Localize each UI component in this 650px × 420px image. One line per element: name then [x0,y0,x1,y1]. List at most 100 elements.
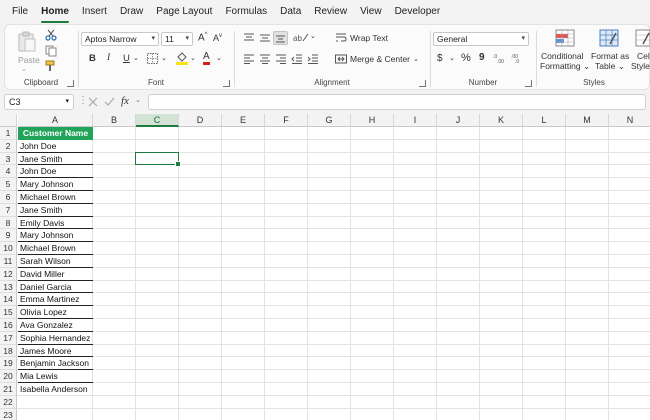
row-header-4[interactable]: 4 [0,165,17,179]
align-middle-icon[interactable] [259,33,271,45]
row-header-20[interactable]: 20 [0,370,17,383]
row-header-13[interactable]: 13 [0,280,17,294]
column-header-N[interactable]: N [609,114,650,127]
tab-developer[interactable]: Developer [395,0,441,24]
orientation-chevron-icon[interactable]: ⌄ [310,32,316,40]
selected-cell-C3[interactable] [135,151,181,168]
paste-icon[interactable] [17,31,37,55]
conditional-formatting-line2[interactable]: Formatting ⌄ [540,61,590,72]
column-header-A[interactable]: A [18,114,93,127]
column-header-I[interactable]: I [394,114,437,127]
cell-A2[interactable]: John Doe [18,140,93,153]
row-header-14[interactable]: 14 [0,293,17,307]
increase-decimal-icon[interactable]: .0.00 [493,52,507,66]
cell-A15[interactable]: Olivia Lopez [18,306,93,319]
tab-formulas[interactable]: Formulas [225,0,267,24]
column-header-G[interactable]: G [308,114,351,127]
clipboard-launcher-icon[interactable] [67,80,74,87]
tab-draw[interactable]: Draw [120,0,143,24]
decrease-decimal-icon[interactable]: .00.0 [511,52,525,66]
column-header-H[interactable]: H [351,114,394,127]
cell-A8[interactable]: Emily Davis [18,217,93,230]
row-header-23[interactable]: 23 [0,408,17,420]
format-as-table-line1[interactable]: Format as [591,51,629,61]
merge-center-button[interactable]: Merge & Center [350,54,410,64]
fill-chevron-icon[interactable]: ⌄ [190,54,196,62]
align-right-icon[interactable] [275,54,287,66]
alignment-launcher-icon[interactable] [419,80,426,87]
cell-A20[interactable]: Mia Lewis [18,370,93,383]
tab-file[interactable]: File [12,0,28,24]
cell-A7[interactable]: Jane Smith [18,204,93,217]
row-header-17[interactable]: 17 [0,331,17,345]
row-header-2[interactable]: 2 [0,139,17,153]
cell-styles-line2[interactable]: Styles ⌄ [631,61,650,72]
row-header-3[interactable]: 3 [0,152,17,166]
row-header-16[interactable]: 16 [0,319,17,332]
font-launcher-icon[interactable] [223,80,230,87]
row-header-21[interactable]: 21 [0,383,17,396]
column-header-M[interactable]: M [566,114,609,127]
underline-button[interactable]: U [123,53,130,64]
name-box[interactable]: C3 ▾ [4,94,74,110]
tab-page-layout[interactable]: Page Layout [156,0,212,24]
cell-A9[interactable]: Mary Johnson [18,229,93,243]
align-left-icon[interactable] [243,54,255,66]
cell-A6[interactable]: Michael Brown [18,191,93,204]
cell-A3[interactable]: Jane Smith [18,153,93,166]
increase-indent-icon[interactable] [307,54,319,66]
format-as-table-icon[interactable] [599,29,619,49]
formula-input[interactable] [148,94,646,110]
cell-A1[interactable]: Customer Name [18,127,93,140]
currency-chevron-icon[interactable]: ⌄ [449,54,455,62]
cell-A5[interactable]: Mary Johnson [18,178,93,191]
row-header-11[interactable]: 11 [0,255,17,268]
tab-home[interactable]: Home [41,0,69,24]
conditional-formatting-line1[interactable]: Conditional [541,51,584,61]
row-header-22[interactable]: 22 [0,395,17,409]
row-header-1[interactable]: 1 [0,127,17,140]
cell-A21[interactable]: Isabella Anderson [18,383,93,396]
row-header-12[interactable]: 12 [0,267,17,281]
cell-A4[interactable]: John Doe [18,165,93,179]
tab-review[interactable]: Review [314,0,347,24]
align-center-icon[interactable] [259,54,271,66]
font-color-chevron-icon[interactable]: ⌄ [216,54,222,62]
decrease-indent-icon[interactable] [291,54,303,66]
column-header-J[interactable]: J [437,114,480,127]
row-header-19[interactable]: 19 [0,357,17,371]
row-header-7[interactable]: 7 [0,203,17,217]
row-header-8[interactable]: 8 [0,216,17,230]
align-bottom-icon[interactable] [273,31,288,45]
cancel-icon[interactable] [88,97,98,109]
column-header-K[interactable]: K [480,114,523,127]
bold-button[interactable]: B [89,53,96,64]
comma-style-button[interactable]: 9 [479,52,485,63]
column-header-F[interactable]: F [265,114,308,127]
cell-A18[interactable]: James Moore [18,345,93,358]
cell-A13[interactable]: Daniel Garcia [18,281,93,294]
select-all-corner[interactable] [0,114,17,127]
row-header-6[interactable]: 6 [0,191,17,204]
cell-A17[interactable]: Sophia Hernandez [18,332,93,345]
cell-A14[interactable]: Emma Martinez [18,293,93,307]
cell-A19[interactable]: Benjamin Jackson [18,357,93,371]
font-color-button[interactable]: A [203,51,210,65]
paste-chevron-icon[interactable]: ⌄ [21,65,27,73]
row-header-18[interactable]: 18 [0,344,17,358]
enter-icon[interactable] [104,97,115,109]
format-painter-icon[interactable] [45,60,57,74]
row-header-5[interactable]: 5 [0,178,17,191]
italic-button[interactable]: I [107,53,110,63]
number-format-combo[interactable]: General ▾ [433,32,529,46]
currency-button[interactable]: $ [437,53,443,64]
insert-function-button[interactable]: fx [121,95,129,107]
cell-styles-icon[interactable] [635,29,650,49]
row-header-15[interactable]: 15 [0,306,17,319]
borders-icon[interactable] [147,53,158,66]
borders-chevron-icon[interactable]: ⌄ [161,54,167,62]
copy-icon[interactable] [45,45,57,59]
column-header-L[interactable]: L [523,114,566,127]
more-icon[interactable]: ⋮ [78,95,88,106]
cell-A12[interactable]: David Miller [18,268,93,281]
